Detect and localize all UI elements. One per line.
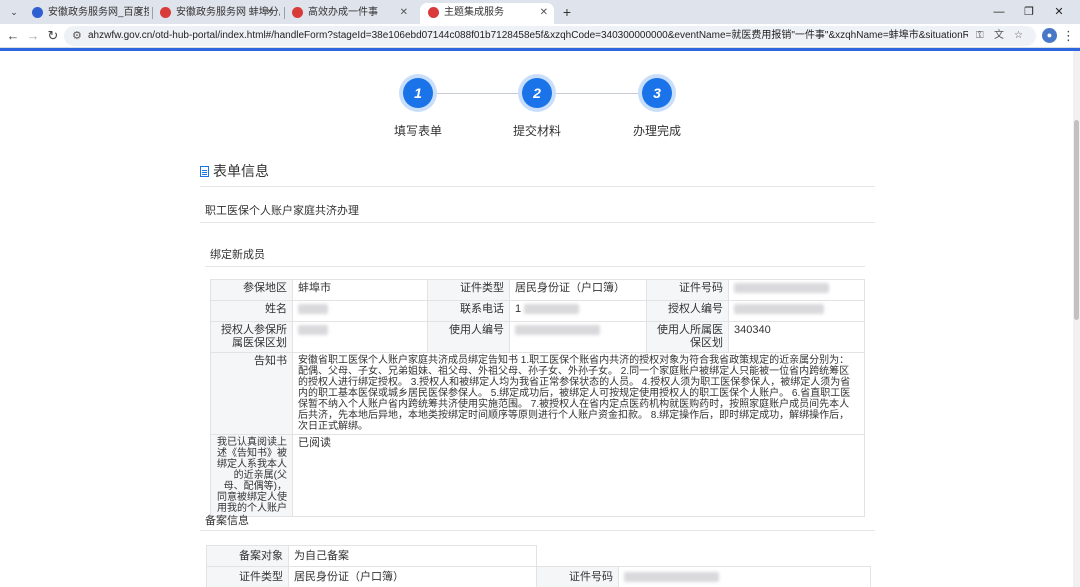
form-icon <box>200 166 209 177</box>
forward-icon[interactable]: → <box>24 27 42 45</box>
name-label: 姓名 <box>210 300 293 322</box>
filing-target-value: 为自己备案 <box>288 545 537 567</box>
close-icon[interactable]: ✕ <box>266 3 274 22</box>
menu-icon[interactable]: ⋮ <box>1062 27 1075 45</box>
notice-text: 安徽省职工医保个人账户家庭共济成员绑定告知书 1.职工医保个账省内共济的授权对象… <box>292 352 865 435</box>
window-close-icon[interactable]: ✕ <box>1046 3 1072 21</box>
close-icon[interactable]: ✕ <box>540 3 548 22</box>
minimize-icon[interactable]: — <box>986 3 1012 21</box>
grantor-area-value <box>292 321 428 353</box>
browser-tab-active[interactable]: 主题集成服务 ✕ <box>420 3 554 24</box>
grantor-id-value <box>728 300 865 322</box>
url-text: ahzwfw.gov.cn/otd-hub-portal/index.html#… <box>88 30 968 41</box>
filing-id-number-label: 证件号码 <box>536 566 619 587</box>
user-area-label: 使用人所属医保区划 <box>646 321 729 353</box>
divider <box>200 186 875 187</box>
address-bar: ← → ↻ ⚙ ahzwfw.gov.cn/otd-hub-portal/ind… <box>0 24 1080 48</box>
id-number-label: 证件号码 <box>646 279 729 301</box>
tab-search-icon[interactable]: ⌄ <box>6 4 22 20</box>
step-3-circle: 3 <box>642 78 672 108</box>
browser-tab[interactable]: 安徽政务服务网 蚌埠分厅 ✕ <box>152 3 280 24</box>
user-area-value: 340340 <box>728 321 865 353</box>
redacted-block <box>624 571 719 582</box>
redacted-block <box>515 325 600 336</box>
gov-favicon-icon <box>160 7 171 18</box>
browser-tab[interactable]: 安徽政务服务网_百度搜索 ✕ <box>24 3 149 24</box>
area-value: 蚌埠市 <box>292 279 428 301</box>
redacted-block <box>524 304 580 315</box>
section-title: 表单信息 <box>200 161 269 181</box>
browser-tab[interactable]: 高效办成一件事 ✕ <box>284 3 414 24</box>
key-icon[interactable]: ⚿ <box>976 29 984 43</box>
divider <box>200 222 875 223</box>
redacted-block <box>734 304 824 315</box>
baidu-favicon-icon <box>32 7 43 18</box>
bookmark-star-icon[interactable]: ☆ <box>1014 29 1023 43</box>
translate-icon[interactable]: 文 <box>994 29 1004 43</box>
filing-target-label: 备案对象 <box>206 545 289 567</box>
item-name: 职工医保个人账户家庭共济办理 <box>205 205 359 217</box>
group-title: 绑定新成员 <box>210 249 265 261</box>
divider <box>205 266 865 267</box>
step-connector <box>433 93 522 94</box>
confirm-value: 已阅读 <box>292 434 865 517</box>
redacted-block <box>298 304 328 315</box>
name-value <box>292 300 428 322</box>
profile-avatar-icon[interactable]: ● <box>1042 28 1057 43</box>
step-3-label: 办理完成 <box>632 124 681 138</box>
grantor-id-label: 授权人编号 <box>646 300 729 322</box>
restore-icon[interactable]: ❐ <box>1016 3 1042 21</box>
id-number-value <box>728 279 865 301</box>
id-type-value: 居民身份证（户口簿） <box>509 279 647 301</box>
grantor-area-label: 授权人参保所属医保区划 <box>210 321 293 353</box>
bind-member-table: 参保地区 蚌埠市 证件类型 居民身份证（户口簿） 证件号码 姓名 联系电话 1 … <box>210 279 865 517</box>
step-1-label: 填写表单 <box>393 124 442 138</box>
step-2-circle: 2 <box>522 78 552 108</box>
scrollbar-thumb[interactable] <box>1074 120 1079 320</box>
divider <box>200 530 875 531</box>
new-tab-button[interactable]: + <box>558 3 576 21</box>
phone-label: 联系电话 <box>427 300 510 322</box>
tab-title: 主题集成服务 <box>444 7 504 18</box>
notice-label: 告知书 <box>210 352 293 435</box>
filing-id-type-value: 居民身份证（户口簿） <box>288 566 537 587</box>
filing-id-number-value <box>618 566 871 587</box>
phone-value: 1 <box>509 300 647 322</box>
area-label: 参保地区 <box>210 279 293 301</box>
back-icon[interactable]: ← <box>4 27 22 45</box>
close-icon[interactable]: ✕ <box>400 3 408 22</box>
tab-title: 安徽政务服务网 蚌埠分厅 <box>176 7 280 18</box>
redacted-block <box>734 283 829 294</box>
gov-favicon-icon <box>428 7 439 18</box>
close-icon[interactable]: ✕ <box>135 3 143 22</box>
redacted-block <box>298 325 328 336</box>
user-id-value <box>509 321 647 353</box>
tab-title: 高效办成一件事 <box>308 7 378 18</box>
reload-icon[interactable]: ↻ <box>44 27 62 45</box>
filing-table: 备案对象 为自己备案 证件类型 居民身份证（户口簿） 证件号码 <box>206 545 871 587</box>
page-top-bar <box>0 48 1080 51</box>
step-1-circle: 1 <box>403 78 433 108</box>
confirm-label: 我已认真阅读上述《告知书》被绑定人系我本人的近亲属(父母、配偶等)，同意被绑定人… <box>210 434 293 517</box>
url-input[interactable]: ⚙ ahzwfw.gov.cn/otd-hub-portal/index.htm… <box>64 26 1036 46</box>
step-2-label: 提交材料 <box>512 124 561 138</box>
tab-bar: ⌄ 安徽政务服务网_百度搜索 ✕ 安徽政务服务网 蚌埠分厅 ✕ 高效办成一件事 … <box>0 0 1080 24</box>
filing-id-type-label: 证件类型 <box>206 566 289 587</box>
id-type-label: 证件类型 <box>427 279 510 301</box>
gov-favicon-icon <box>292 7 303 18</box>
user-id-label: 使用人编号 <box>427 321 510 353</box>
step-connector <box>552 93 642 94</box>
site-info-icon[interactable]: ⚙ <box>72 29 82 43</box>
filing-title: 备案信息 <box>205 515 249 527</box>
